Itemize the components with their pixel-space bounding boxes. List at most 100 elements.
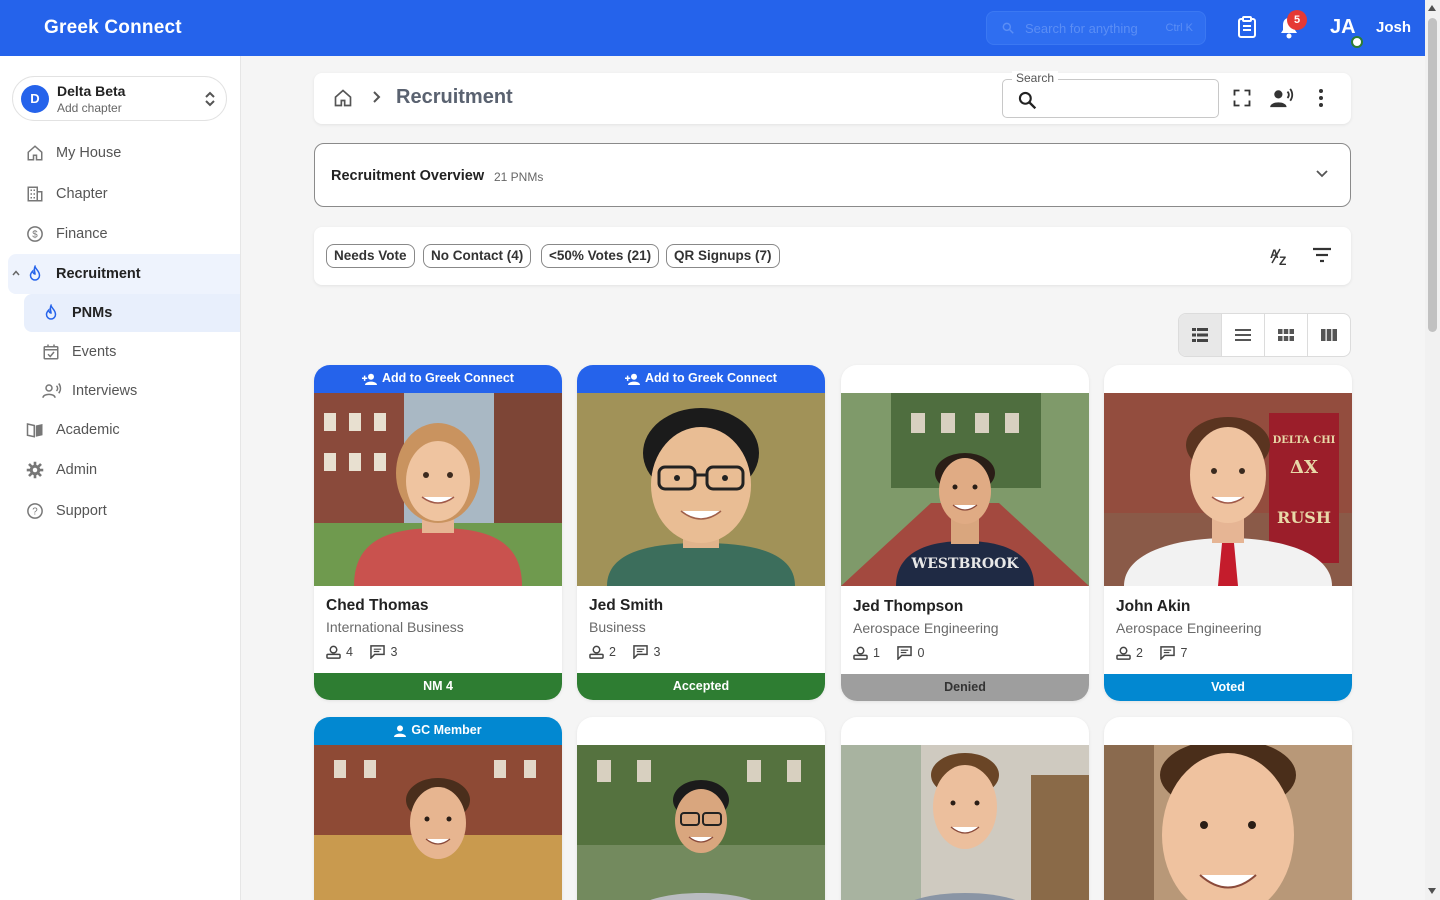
- pnm-card[interactable]: Add to Greek Connect Jed Smith Business …: [577, 365, 825, 700]
- scroll-down-arrow[interactable]: [1428, 888, 1436, 894]
- chip-no-contact[interactable]: No Contact (4): [423, 244, 532, 268]
- chapter-name: Delta Beta: [57, 83, 126, 99]
- pnm-card[interactable]: GC Member: [314, 717, 562, 900]
- pnm-card[interactable]: [841, 717, 1089, 900]
- svg-text:RUSH: RUSH: [1277, 508, 1331, 527]
- view-detailed-list-button[interactable]: [1179, 314, 1222, 356]
- interview-mode-icon[interactable]: [1270, 88, 1294, 108]
- interview-icon: [42, 383, 62, 398]
- home-icon: [27, 145, 43, 161]
- scroll-up-arrow[interactable]: [1428, 5, 1436, 11]
- comment-count: 3: [633, 645, 660, 660]
- pnm-name: Ched Thomas: [326, 597, 429, 614]
- sidebar-item-label: Events: [72, 344, 117, 360]
- sidebar-item-events[interactable]: Events: [24, 333, 240, 371]
- sidebar-item-academic[interactable]: Academic: [8, 410, 240, 450]
- search-icon: [1002, 22, 1014, 34]
- calendar-icon: [43, 344, 59, 360]
- voter-icon: [589, 645, 604, 659]
- user-avatar[interactable]: JA: [1330, 16, 1356, 39]
- sort-alphabetical-icon[interactable]: A Z: [1270, 246, 1292, 266]
- svg-text:$: $: [32, 229, 38, 240]
- page-scrollbar[interactable]: [1425, 0, 1440, 900]
- dollar-icon: $: [27, 226, 43, 242]
- status-badge: Accepted: [577, 673, 825, 700]
- chevron-down-icon: [1316, 170, 1328, 178]
- pnm-stats: 4 3: [326, 645, 411, 661]
- banner-label: Add to Greek Connect: [645, 371, 777, 385]
- top-app-bar: Greek Connect Search for anything Ctrl K…: [0, 0, 1425, 56]
- sidebar-item-interviews[interactable]: Interviews: [24, 372, 240, 410]
- pnm-photo: [1104, 745, 1352, 900]
- chapter-switcher[interactable]: D Delta Beta Add chapter: [12, 76, 227, 121]
- pnm-count: 21 PNMs: [494, 170, 544, 184]
- pnm-card[interactable]: DELTA CHI ΔX RUSH John Akin Aerospace En…: [1104, 365, 1352, 701]
- voter-icon: [1116, 646, 1131, 660]
- pnm-stats: 2 7: [1116, 646, 1201, 662]
- recruitment-overview-accordion[interactable]: Recruitment Overview 21 PNMs: [314, 143, 1351, 207]
- vote-count: 2: [1116, 646, 1143, 660]
- help-icon: ?: [27, 503, 43, 519]
- view-grid-button[interactable]: [1265, 314, 1308, 356]
- svg-text:DELTA CHI: DELTA CHI: [1273, 435, 1336, 446]
- view-columns-button[interactable]: [1308, 314, 1350, 356]
- add-to-greek-connect-banner[interactable]: Add to Greek Connect: [314, 365, 562, 393]
- sidebar-item-pnms[interactable]: PNMs: [24, 294, 240, 332]
- add-to-greek-connect-banner[interactable]: Add to Greek Connect: [577, 365, 825, 393]
- pnm-photo: DELTA CHI ΔX RUSH: [1104, 393, 1352, 586]
- pnm-name: Jed Smith: [589, 597, 664, 614]
- sidebar-item-support[interactable]: ? Support: [8, 491, 240, 531]
- brand-logo[interactable]: Greek Connect: [44, 17, 182, 39]
- chevron-up-icon: [12, 270, 20, 276]
- view-toggle-group: [1178, 313, 1351, 357]
- banner-label: Add to Greek Connect: [382, 371, 514, 385]
- user-name[interactable]: Josh: [1376, 19, 1411, 36]
- pnm-card[interactable]: [577, 717, 825, 900]
- page-header: Recruitment Search: [314, 71, 1351, 124]
- page-title: Recruitment: [396, 86, 513, 108]
- filter-icon[interactable]: [1312, 247, 1332, 263]
- more-vertical-icon[interactable]: [1318, 88, 1324, 108]
- sidebar-item-admin[interactable]: Admin: [8, 450, 240, 490]
- fullscreen-icon[interactable]: [1232, 88, 1252, 108]
- search-input[interactable]: [1045, 88, 1210, 110]
- banner-label: GC Member: [411, 723, 482, 737]
- vote-count: 2: [589, 645, 616, 659]
- sidebar-item-finance[interactable]: $ Finance: [8, 214, 240, 254]
- gear-icon: [26, 461, 44, 479]
- view-list-button[interactable]: [1222, 314, 1265, 356]
- home-icon[interactable]: [333, 88, 353, 108]
- scrollbar-thumb[interactable]: [1428, 18, 1437, 332]
- sidebar-item-chapter[interactable]: Chapter: [8, 174, 240, 214]
- sidebar-item-label: Admin: [56, 462, 98, 478]
- comment-icon: [897, 646, 913, 661]
- pnm-photo: [314, 745, 562, 900]
- comment-icon: [370, 645, 386, 660]
- chip-needs-vote[interactable]: Needs Vote: [326, 244, 415, 268]
- notification-badge: 5: [1287, 10, 1307, 30]
- svg-text:Z: Z: [1279, 254, 1286, 266]
- pnm-search-field[interactable]: Search: [1002, 71, 1219, 118]
- pnm-name: Jed Thompson: [853, 598, 964, 615]
- pnm-card[interactable]: [1104, 717, 1352, 900]
- search-shortcut-hint: Ctrl K: [1165, 22, 1194, 34]
- global-search[interactable]: Search for anything Ctrl K: [986, 11, 1206, 45]
- book-icon: [26, 423, 43, 438]
- flame-icon: [45, 304, 57, 320]
- clipboard-icon[interactable]: [1237, 16, 1257, 38]
- sidebar-item-label: Academic: [56, 422, 120, 438]
- person-icon: [394, 725, 407, 737]
- sidebar-item-recruitment[interactable]: Recruitment: [8, 254, 240, 294]
- pnm-card[interactable]: Add to Greek Connect Ched Thomas Interna…: [314, 365, 562, 700]
- pnm-card[interactable]: WESTBROOK Jed Thompson Aerospace Enginee…: [841, 365, 1089, 701]
- flame-icon: [29, 265, 41, 281]
- columns-icon: [1321, 329, 1337, 341]
- list-icon: [1235, 329, 1251, 341]
- sidebar-item-my-house[interactable]: My House: [8, 133, 240, 173]
- pnm-stats: 1 0: [853, 646, 938, 662]
- pnm-photo: [577, 393, 825, 586]
- search-icon: [1018, 91, 1037, 110]
- chip-qr-signups[interactable]: QR Signups (7): [666, 244, 780, 268]
- sidebar-item-label: PNMs: [72, 305, 113, 321]
- chip-under-50-votes[interactable]: <50% Votes (21): [541, 244, 660, 268]
